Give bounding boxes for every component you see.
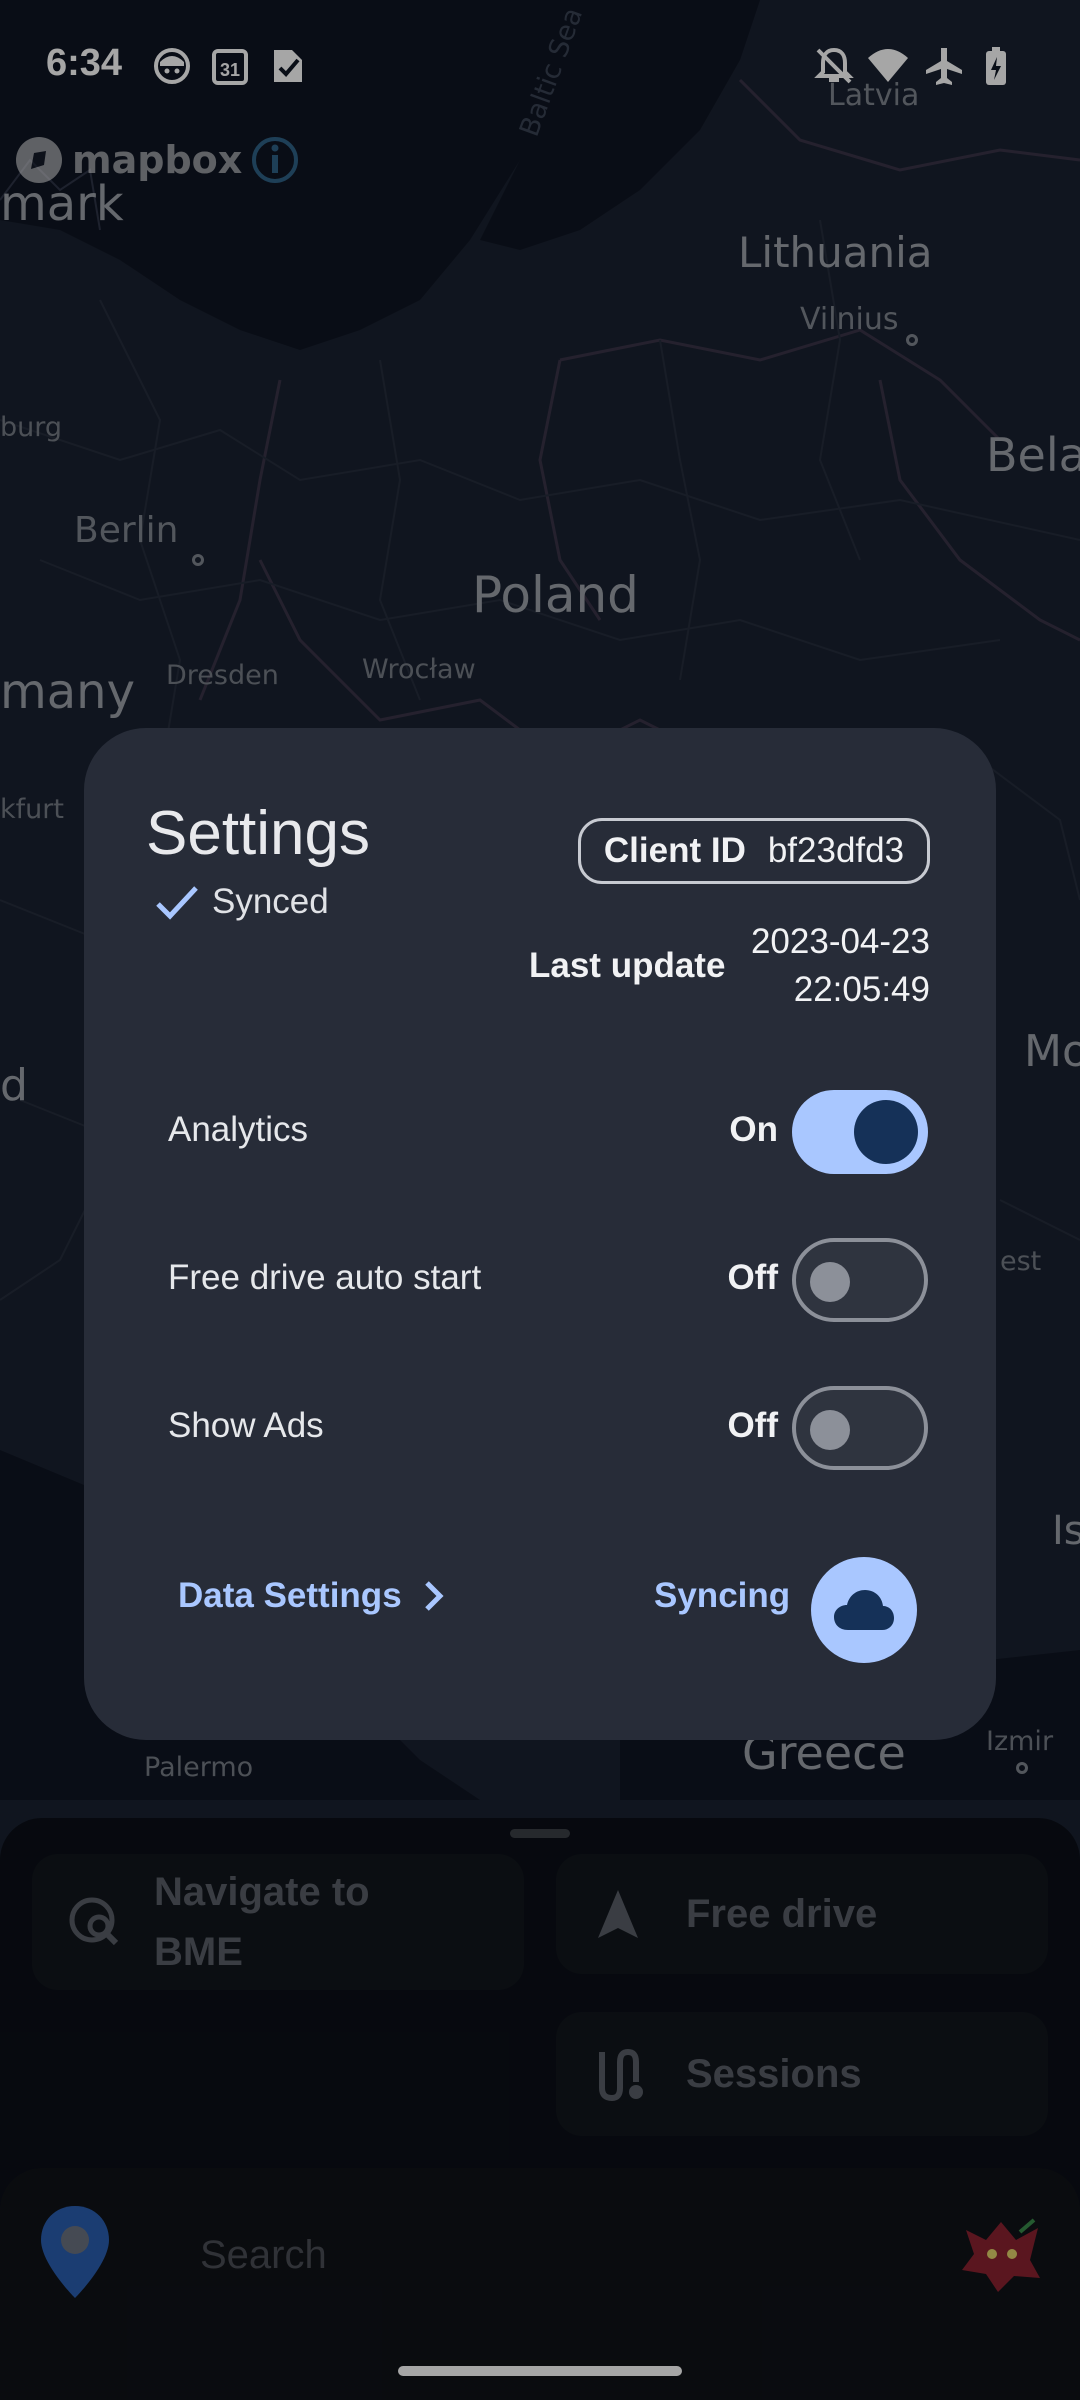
toggle-knob [810, 1262, 850, 1302]
setting-row-analytics: Analytics On [168, 1088, 934, 1176]
sync-button[interactable] [811, 1557, 917, 1663]
sync-status: Synced [154, 882, 329, 922]
setting-state: On [729, 1110, 778, 1149]
settings-dialog: Settings Synced Client ID bf23dfd3 Last … [84, 728, 996, 1740]
setting-state: Off [727, 1406, 778, 1445]
toggle-knob [854, 1100, 918, 1164]
client-id-label: Client ID [603, 831, 746, 870]
setting-name: Show Ads [168, 1406, 324, 1445]
free-drive-auto-start-toggle[interactable] [792, 1238, 928, 1322]
dialog-title: Settings [146, 799, 371, 868]
setting-row-free-drive-auto-start: Free drive auto start Off [168, 1236, 934, 1324]
setting-state: Off [727, 1258, 778, 1297]
chevron-right-icon [424, 1581, 444, 1611]
setting-name: Free drive auto start [168, 1258, 482, 1297]
check-icon [156, 886, 198, 920]
show-ads-toggle[interactable] [792, 1386, 928, 1470]
analytics-toggle[interactable] [792, 1090, 928, 1174]
last-update-value: 2023-04-23 22:05:49 [751, 918, 930, 1014]
last-update-time: 22:05:49 [793, 970, 930, 1009]
last-update-label: Last update [529, 946, 726, 985]
last-update-date: 2023-04-23 [750, 922, 930, 961]
cloud-icon [834, 1590, 894, 1630]
client-id-chip[interactable]: Client ID bf23dfd3 [578, 818, 930, 884]
setting-name: Analytics [168, 1110, 309, 1149]
client-id-value: bf23dfd3 [767, 831, 905, 870]
setting-row-show-ads: Show Ads Off [168, 1384, 934, 1472]
data-settings-label: Data Settings [178, 1576, 402, 1615]
sync-status-label: Synced [212, 882, 329, 921]
toggle-knob [810, 1410, 850, 1450]
syncing-label: Syncing [654, 1576, 791, 1615]
data-settings-button[interactable]: Data Settings [178, 1576, 446, 1616]
